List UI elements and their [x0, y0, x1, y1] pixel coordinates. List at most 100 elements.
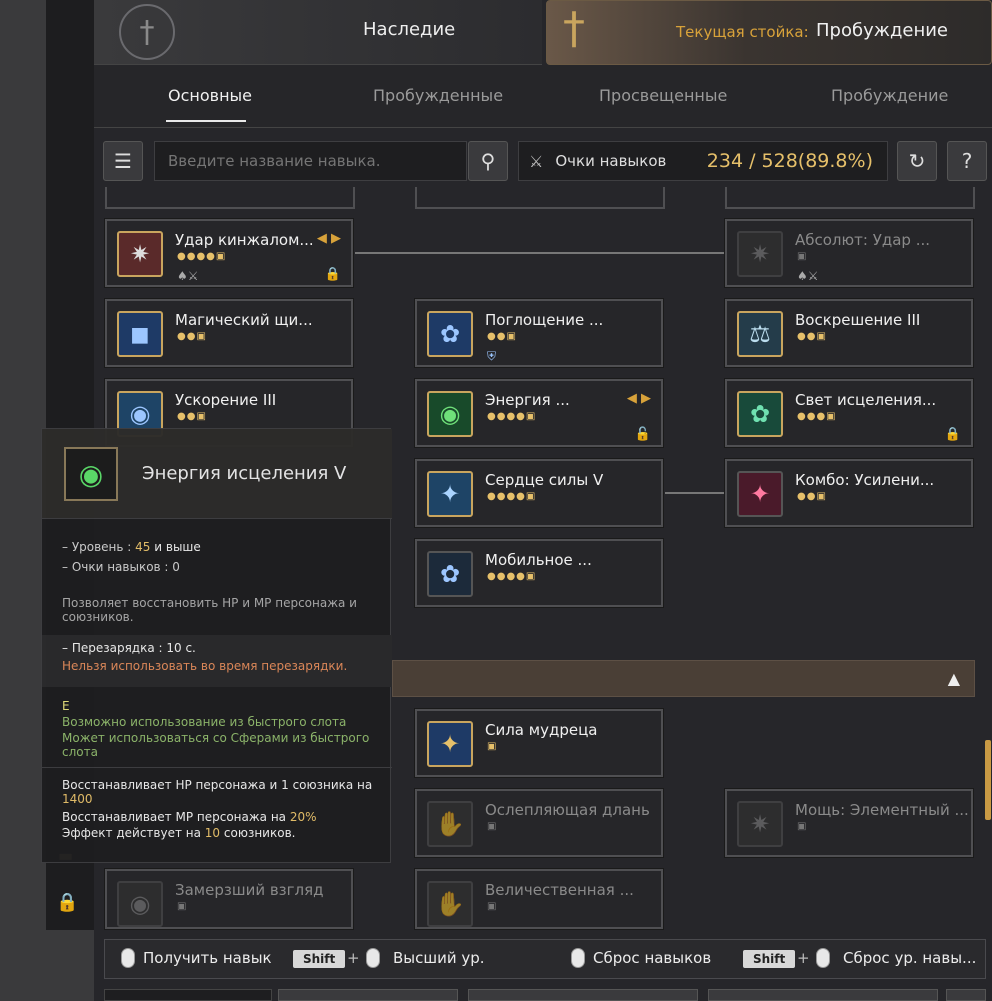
party-icon: ♠⚔	[797, 269, 819, 283]
bottom-button-partial[interactable]	[946, 989, 986, 1001]
skill-link	[355, 252, 725, 254]
skill-card[interactable]: ◉ Замерзший взгляд ▣	[104, 868, 354, 930]
effect-hp: Восстанавливает HP персонажа и 1 союзник…	[62, 778, 382, 806]
level-suffix: и выше	[154, 540, 201, 554]
search-field[interactable]	[154, 141, 467, 181]
blinding-palm-icon: ✋	[427, 801, 473, 847]
lock-icon[interactable]: 🔒	[56, 892, 78, 913]
skill-stars: ●●▣	[177, 411, 207, 422]
mobile-icon: ✿	[427, 551, 473, 597]
shift-key: Shift	[293, 950, 346, 968]
skill-name: Энергия ...	[485, 391, 570, 409]
menu-button[interactable]: ☰	[103, 141, 143, 181]
skill-card[interactable]: ✦ Комбо: Усилени... ●●▣	[724, 458, 974, 528]
level-arrows-icon[interactable]: ◀ ▶	[627, 391, 651, 406]
skill-card[interactable]: ✷ Удар кинжалом... ◀ ▶ ●●●●▣ ♠⚔ 🔒	[104, 218, 354, 288]
skill-card[interactable]: ✦ Сердце силы V ●●●●▣	[414, 458, 664, 528]
tab-awakening[interactable]: Пробуждение	[831, 86, 948, 105]
sage-power-icon: ✦	[427, 721, 473, 767]
unlock-icon: 🔓	[634, 427, 651, 442]
skill-stars: ●●▣	[177, 331, 207, 342]
search-button[interactable]: ⚲	[468, 141, 508, 181]
skill-name: Удар кинжалом...	[175, 231, 314, 249]
plus-sign: +	[797, 949, 810, 967]
skill-points-label: Очки навыков	[555, 152, 667, 170]
effect-mp: Восстанавливает MP персонажа на 20%	[62, 810, 317, 824]
party-icon: ♠⚔	[177, 269, 199, 283]
tab-enlightened[interactable]: Просвещенные	[599, 86, 727, 105]
collapse-arrow-icon[interactable]: ▲	[948, 669, 960, 688]
skill-name: Ускорение III	[175, 391, 277, 409]
help-button[interactable]: ?	[947, 141, 987, 181]
bottom-button-partial[interactable]	[468, 989, 698, 1001]
bottom-input-partial[interactable]	[104, 989, 272, 1001]
absolute-strike-icon: ✷	[737, 231, 783, 277]
effect-mp-value: 20%	[289, 810, 317, 824]
search-input[interactable]	[155, 142, 466, 180]
bottom-button-partial[interactable]	[278, 989, 458, 1001]
skill-stars: ▣	[797, 821, 808, 832]
help-icon: ?	[961, 149, 973, 173]
skill-card[interactable]: ◉ Энергия ... ◀ ▶ ●●●●▣ 🔓	[414, 378, 664, 448]
skill-card[interactable]: ✋ Ослепляющая длань ▣	[414, 788, 664, 858]
hint-reset: Сброс навыков	[593, 949, 712, 967]
healing-energy-icon: ◉	[427, 391, 473, 437]
skill-card[interactable]: ✿ Мобильное ... ●●●●▣	[414, 538, 664, 608]
shield-icon: ⛨	[487, 349, 497, 363]
level-value: 45	[135, 540, 151, 554]
level-label: – Уровень :	[62, 540, 132, 554]
header-left: † Наследие	[94, 0, 542, 65]
skill-card-partial[interactable]	[415, 187, 665, 209]
sphere-line: Может использоваться со Сферами из быстр…	[62, 731, 370, 759]
divider	[42, 767, 392, 768]
sword-emblem-icon: †	[119, 4, 175, 60]
skill-card[interactable]: ✿ Поглощение ... ●●▣ ⛨	[414, 298, 664, 368]
skill-stars: ▣	[797, 251, 808, 262]
majestic-icon: ✋	[427, 881, 473, 927]
effect-allies-value: 10	[204, 826, 221, 840]
skill-stars: ●●▣	[487, 331, 517, 342]
skill-stars: ●●●●▣	[487, 411, 537, 422]
skill-card[interactable]: ✦ Сила мудреца ▣	[414, 708, 664, 778]
skill-name: Магический щи...	[175, 311, 313, 329]
hint-max-level: Высший ур.	[393, 949, 485, 967]
skill-tooltip: ◉ Энергия исцеления V – Уровень : 45 и в…	[41, 428, 392, 863]
skill-name: Сердце силы V	[485, 471, 604, 489]
skill-points-value: 234 / 528(89.8%)	[706, 150, 873, 172]
hint-reset-level: Сброс ур. навы...	[843, 949, 977, 967]
skill-name: Абсолют: Удар ...	[795, 231, 931, 249]
dagger-strike-icon: ✷	[117, 231, 163, 277]
skill-card[interactable]: ✿ Свет исцеления... ●●●▣ 🔒	[724, 378, 974, 448]
skill-card-partial[interactable]	[105, 187, 355, 209]
skill-card[interactable]: ✷ Мощь: Элементный ... ▣	[724, 788, 974, 858]
page-title: Наследие	[363, 19, 456, 40]
skill-stars: ▣	[487, 821, 498, 832]
tab-main[interactable]: Основные	[168, 86, 252, 105]
skill-name: Комбо: Усилени...	[795, 471, 935, 489]
skill-card[interactable]: ◼ Магический щи... ●●▣	[104, 298, 354, 368]
refresh-button[interactable]: ↻	[897, 141, 937, 181]
skill-description: Позволяет восстановить HP и MP персонажа…	[62, 596, 357, 624]
tooltip-skill-name: Энергия исцеления V	[142, 463, 347, 484]
active-tab-underline	[166, 120, 246, 122]
magic-shield-icon: ◼	[117, 311, 163, 357]
tab-awakened[interactable]: Пробужденные	[373, 86, 503, 105]
tab-bar: Основные Пробужденные Просвещенные Пробу…	[94, 66, 992, 128]
scrollbar-thumb[interactable]	[985, 740, 991, 820]
skill-card-partial[interactable]	[725, 187, 975, 209]
lock-icon: 🔒	[324, 267, 341, 282]
level-arrows-icon[interactable]: ◀ ▶	[317, 231, 341, 246]
skill-name: Замерзший взгляд	[175, 881, 324, 899]
skill-card[interactable]: ✋ Величественная ... ▣	[414, 868, 664, 930]
skill-points-box: ⚔ Очки навыков 234 / 528(89.8%)	[518, 141, 888, 181]
hint-get-skill: Получить навык	[143, 949, 272, 967]
skill-card[interactable]: ⚖ Воскрешение III ●●▣	[724, 298, 974, 368]
skill-card[interactable]: ✷ Абсолют: Удар ... ▣ ♠⚔	[724, 218, 974, 288]
passive-section-header[interactable]: ▲	[392, 660, 975, 697]
effect-allies-text: Эффект действует на	[62, 826, 201, 840]
healing-light-icon: ✿	[737, 391, 783, 437]
bottom-button-partial[interactable]	[708, 989, 938, 1001]
tooltip-header: ◉ Энергия исцеления V	[42, 429, 392, 519]
quickslot-line: Возможно использование из быстрого слота	[62, 715, 347, 729]
skill-stars: ●●●▣	[797, 411, 837, 422]
